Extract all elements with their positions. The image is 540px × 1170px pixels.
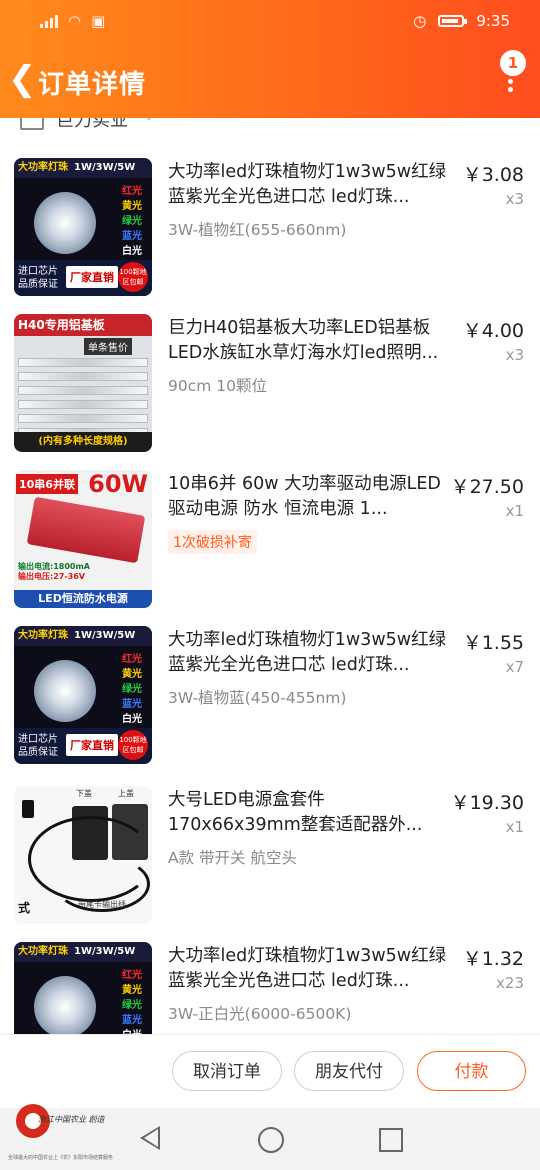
- signal-icon: [40, 14, 58, 28]
- chevron-right-icon: ›: [146, 118, 153, 127]
- item-quantity: x23: [496, 974, 524, 992]
- item-spec: A款 带开关 航空头: [168, 849, 297, 867]
- item-title: 10串6并 60w 大功率驱动电源LED驱动电源 防水 恒流电源 1...: [168, 474, 441, 519]
- status-time: 9:35: [476, 12, 510, 30]
- system-home-icon[interactable]: [258, 1127, 284, 1153]
- product-thumbnail[interactable]: 大功率灯珠1W/3W/5W 红光 黄光 绿光 蓝光 白光 紫光: [14, 942, 152, 1034]
- item-title: 巨力H40铝基板大功率LED铝基板LED水族缸水草灯海水灯led照明...: [168, 318, 439, 363]
- cancel-order-button[interactable]: 取消订单: [172, 1051, 282, 1091]
- item-quantity: x1: [505, 502, 524, 520]
- item-price: ￥1.55: [462, 632, 524, 654]
- wifi-icon: ◠: [68, 12, 82, 30]
- service-tag: 1次破损补寄: [168, 530, 257, 554]
- system-back-icon[interactable]: [140, 1126, 160, 1150]
- product-thumbnail[interactable]: 10串6并联 60W 输出电流:1800mA 输出电压:27-36V LED恒流防水…: [14, 470, 152, 608]
- back-icon[interactable]: ❮: [8, 62, 37, 96]
- item-price: ￥3.08: [462, 164, 524, 186]
- order-item[interactable]: 大功率灯珠1W/3W/5W 红光 黄光 绿光 蓝光 白光 紫光 大功率led灯珠…: [0, 942, 540, 1034]
- product-thumbnail[interactable]: 大功率灯珠1W/3W/5W 红光 黄光 绿光 蓝光 白光 紫光 进口芯片品质保证…: [14, 626, 152, 764]
- shop-row[interactable]: 巨力实业 ›: [0, 118, 540, 136]
- product-thumbnail[interactable]: 下盖 上盖 式 带尾卡输出线: [14, 786, 152, 924]
- product-thumbnail[interactable]: H40专用铝基板 单条售价 (内有多种长度规格): [14, 314, 152, 452]
- app-header: ◠ ▣ ◷ 9:35 ❮ 订单详情 1: [0, 0, 540, 118]
- alarm-icon: ◷: [413, 12, 427, 30]
- order-item[interactable]: 大功率灯珠1W/3W/5W 红光 黄光 绿光 蓝光 白光 紫光 进口芯片品质保证…: [0, 626, 540, 782]
- item-price: ￥4.00: [462, 320, 524, 342]
- status-bar: ◠ ▣ ◷ 9:35: [0, 0, 540, 44]
- item-price: ￥27.50: [450, 476, 524, 498]
- item-title: 大号LED电源盒套件170x66x39mm整套适配器外...: [168, 790, 423, 835]
- item-spec: 3W-正白光(6000-6500K): [168, 1005, 352, 1023]
- item-title: 大功率led灯珠植物灯1w3w5w红绿蓝紫光全光色进口芯 led灯珠...: [168, 946, 447, 991]
- item-quantity: x1: [505, 818, 524, 836]
- order-item[interactable]: H40专用铝基板 单条售价 (内有多种长度规格) 巨力H40铝基板大功率LED铝…: [0, 314, 540, 470]
- item-quantity: x7: [505, 658, 524, 676]
- order-action-bar: 取消订单 朋友代付 付款: [0, 1034, 540, 1109]
- item-quantity: x3: [505, 190, 524, 208]
- shop-icon: [20, 118, 44, 130]
- item-spec: 90cm 10颗位: [168, 377, 267, 395]
- nfc-icon: ▣: [91, 12, 106, 30]
- friend-pay-button[interactable]: 朋友代付: [294, 1051, 404, 1091]
- item-price: ￥19.30: [450, 792, 524, 814]
- item-title: 大功率led灯珠植物灯1w3w5w红绿蓝紫光全光色进口芯 led灯珠...: [168, 630, 447, 675]
- system-recents-icon[interactable]: [379, 1128, 403, 1152]
- order-item[interactable]: 大功率灯珠1W/3W/5W 红光 黄光 绿光 蓝光 白光 紫光 进口芯片品质保证…: [0, 158, 540, 314]
- order-item[interactable]: 10串6并联 60W 输出电流:1800mA 输出电压:27-36V LED恒流防水…: [0, 470, 540, 626]
- item-price: ￥1.32: [462, 948, 524, 970]
- item-spec: 3W-植物蓝(450-455nm): [168, 689, 347, 707]
- message-badge[interactable]: 1: [500, 50, 526, 76]
- item-quantity: x3: [505, 346, 524, 364]
- shop-name: 巨力实业: [56, 118, 128, 131]
- order-item[interactable]: 下盖 上盖 式 带尾卡输出线 大号LED电源盒套件170x66x39mm整套适配…: [0, 786, 540, 942]
- status-icons-right: ◷ 9:35: [413, 12, 510, 30]
- item-spec: 3W-植物红(655-660nm): [168, 221, 347, 239]
- battery-icon: [438, 15, 468, 27]
- watermark-logo: 浙江中国农业 創造 全球最大的中国农业上《农》东阳市场结算服务: [8, 1100, 113, 1166]
- nav-bar: ❮ 订单详情 1: [0, 50, 540, 110]
- page-title: 订单详情: [38, 70, 147, 100]
- product-thumbnail[interactable]: 大功率灯珠1W/3W/5W 红光 黄光 绿光 蓝光 白光 紫光 进口芯片品质保证…: [14, 158, 152, 296]
- status-icons-left: ◠ ▣: [40, 12, 105, 30]
- item-title: 大功率led灯珠植物灯1w3w5w红绿蓝紫光全光色进口芯 led灯珠...: [168, 162, 447, 207]
- pay-button[interactable]: 付款: [417, 1051, 526, 1091]
